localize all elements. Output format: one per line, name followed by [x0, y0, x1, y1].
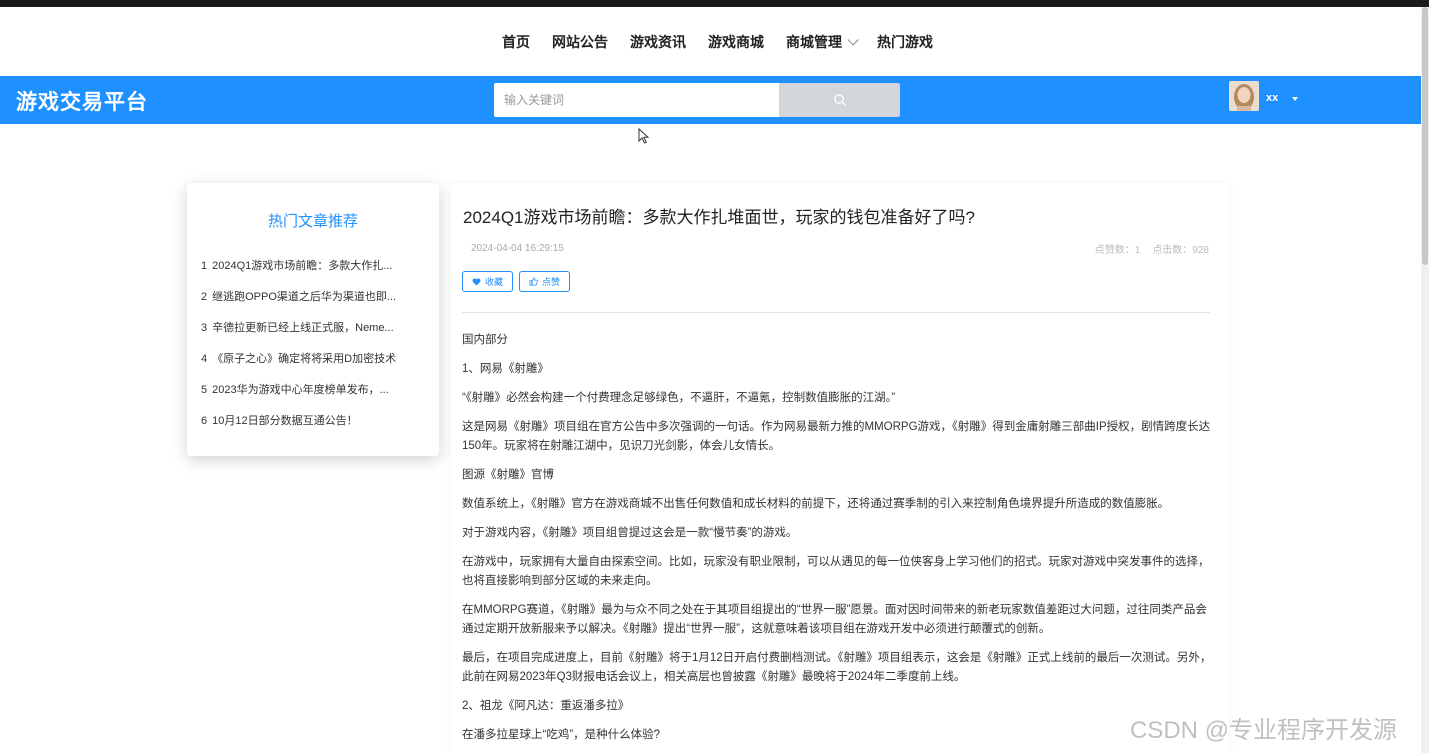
hot-article-title: 2024Q1游戏市场前瞻：多款大作扎... — [212, 260, 393, 272]
hot-article-item[interactable]: 1 2024Q1游戏市场前瞻：多款大作扎... — [201, 257, 427, 288]
article-paragraph: “《射雕》必然会构建一个付费理念足够绿色，不逼肝，不逼氪，控制数值膨胀的江湖。” — [462, 392, 896, 404]
hot-article-title: 2023华为游戏中心年度榜单发布，... — [212, 384, 389, 396]
hot-article-item[interactable]: 3 辛德拉更新已经上线正式服，Neme... — [201, 319, 427, 350]
hot-article-number: 5 — [201, 384, 208, 396]
favorite-label: 收藏 — [485, 277, 504, 287]
chevron-down-icon — [847, 33, 859, 46]
site-brand[interactable]: 游戏交易平台 — [16, 86, 148, 116]
article-paragraph: 图源《射雕》官博 — [462, 469, 554, 481]
like-button[interactable]: 点赞 — [519, 271, 571, 292]
article-paragraph: 国内部分 — [462, 334, 508, 346]
like-label: 点赞 — [542, 277, 561, 287]
article-divider — [462, 312, 1210, 313]
hot-article-number: 6 — [201, 415, 208, 427]
article-paragraph: 数值系统上，《射雕》官方在游戏商城不出售任何数值和成长材料的前提下，还将通过赛季… — [462, 498, 1170, 510]
article-stats: 点赞数：1 点击数：928 — [1095, 241, 1209, 256]
article-paragraph: 对于游戏内容，《射雕》项目组曾提过这会是一款“慢节奏”的游戏。 — [462, 527, 798, 539]
hot-article-number: 3 — [201, 322, 208, 334]
hot-article-number: 4 — [201, 353, 208, 365]
nav-item-game-store[interactable]: 游戏商城 — [708, 32, 764, 52]
hot-article-title: 辛德拉更新已经上线正式服，Neme... — [212, 322, 394, 334]
article-paragraph: 最后，在项目完成进度上，目前《射雕》将于1月12日开启付费删档测试。《射雕》项目… — [462, 652, 1212, 683]
article-title: 2024Q1游戏市场前瞻：多款大作扎堆面世，玩家的钱包准备好了吗? — [463, 208, 975, 227]
search-button[interactable] — [779, 83, 900, 117]
article-paragraph: 1、网易《射雕》 — [462, 363, 549, 375]
thumbs-up-icon — [529, 277, 538, 286]
nav-item-announcements[interactable]: 网站公告 — [552, 32, 608, 52]
article-paragraph: 2、祖龙《阿凡达：重返潘多拉》 — [462, 700, 630, 712]
article-paragraph: 这是网易《射雕》项目组在官方公告中多次强调的一句话。作为网易最新力推的MMORP… — [462, 421, 1211, 452]
header-bar: 游戏交易平台 xx — [0, 76, 1421, 124]
article-paragraph: 在MMORPG赛道，《射雕》最为与众不同之处在于其项目组提出的“世界一服”愿景。… — [462, 604, 1207, 635]
heart-icon — [472, 278, 481, 286]
hot-article-title: 继逃跑OPPO渠道之后华为渠道也即... — [212, 291, 397, 303]
caret-down-icon[interactable] — [1292, 97, 1298, 101]
nav-item-home[interactable]: 首页 — [502, 32, 530, 52]
nav-item-game-news[interactable]: 游戏资讯 — [630, 32, 686, 52]
article-paragraph: 在潘多拉星球上“吃鸡”，是种什么体验? — [462, 729, 661, 741]
hot-articles-title: 热门文章推荐 — [267, 213, 358, 230]
csdn-watermark: CSDN @专业程序开发源 — [1130, 717, 1398, 744]
hot-articles-panel: 热门文章推荐 1 2024Q1游戏市场前瞻：多款大作扎... 2 继逃跑OPPO渠道… — [187, 183, 439, 456]
view-count: 点击数：928 — [1152, 245, 1209, 256]
hot-article-number: 1 — [201, 260, 208, 272]
article-panel: 2024Q1游戏市场前瞻：多款大作扎堆面世，玩家的钱包准备好了吗? 2024-0… — [451, 183, 1229, 753]
user-avatar[interactable] — [1229, 81, 1259, 111]
hot-article-item[interactable]: 2 继逃跑OPPO渠道之后华为渠道也即... — [201, 288, 427, 319]
avatar-icon — [1229, 81, 1259, 111]
like-count: 点赞数：1 — [1094, 245, 1141, 256]
nav-item-hot-games[interactable]: 热门游戏 — [877, 32, 933, 52]
nav-item-store-management[interactable]: 商城管理 — [786, 32, 859, 52]
hot-article-item[interactable]: 6 10月12日部分数据互通公告！ — [201, 412, 427, 443]
username[interactable]: xx — [1266, 92, 1278, 104]
mouse-cursor-icon — [638, 128, 650, 144]
hot-article-title: 10月12日部分数据互通公告！ — [212, 415, 358, 427]
search-input[interactable] — [494, 83, 779, 117]
hot-articles-list: 1 2024Q1游戏市场前瞻：多款大作扎... 2 继逃跑OPPO渠道之后华为渠道也… — [201, 257, 427, 443]
article-date: 2024-04-04 16:29:15 — [471, 243, 564, 254]
article-actions: 收藏 点赞 — [462, 271, 571, 292]
search-icon — [833, 94, 846, 106]
favorite-button[interactable]: 收藏 — [462, 271, 514, 292]
page-scrollbar[interactable] — [1421, 7, 1429, 753]
hot-article-title: 《原子之心》确定将将采用D加密技术 — [212, 353, 397, 365]
top-window-strip — [0, 0, 1429, 7]
hot-article-item[interactable]: 4 《原子之心》确定将将采用D加密技术 — [201, 350, 427, 381]
article-body: 国内部分 1、网易《射雕》 “《射雕》必然会构建一个付费理念足够绿色，不逼肝，不… — [462, 331, 1218, 753]
nav-item-store-management-label: 商城管理 — [786, 33, 842, 50]
top-nav: 首页 网站公告 游戏资讯 游戏商城 商城管理 热门游戏 — [0, 7, 1421, 76]
article-paragraph: 在游戏中，玩家拥有大量自由探索空间。比如，玩家没有职业限制，可以从遇见的每一位侠… — [462, 556, 1210, 587]
hot-article-number: 2 — [201, 291, 208, 303]
scrollbar-thumb[interactable] — [1422, 7, 1428, 265]
hot-article-item[interactable]: 5 2023华为游戏中心年度榜单发布，... — [201, 381, 427, 412]
